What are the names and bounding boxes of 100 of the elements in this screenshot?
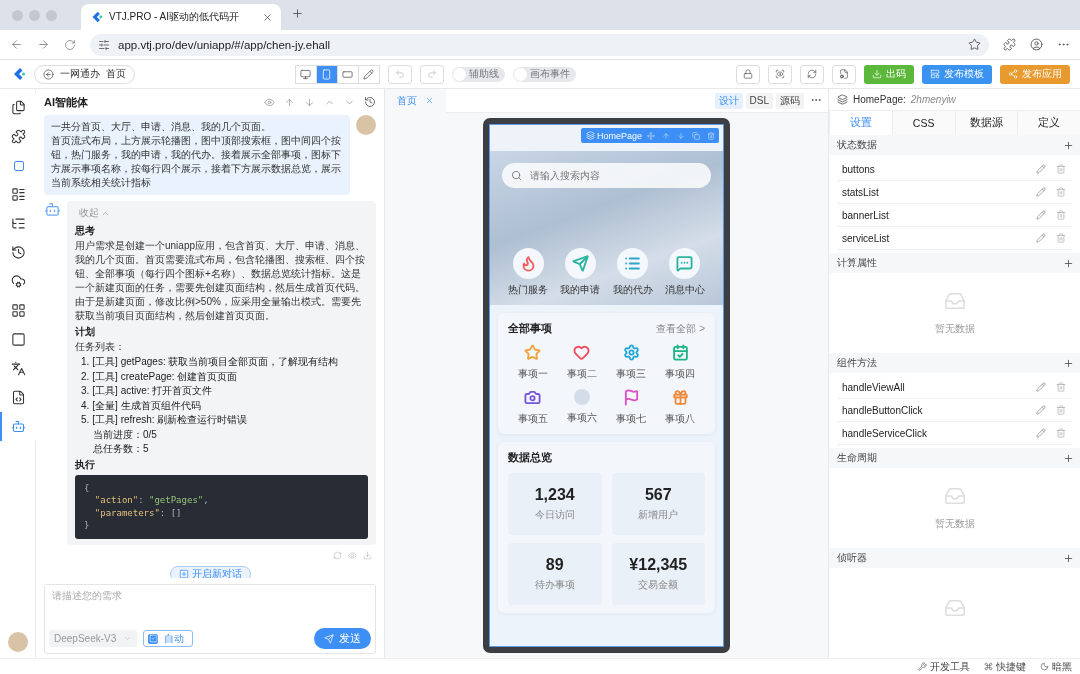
code-line: "parameters": [] bbox=[93, 506, 183, 519]
edit-icon[interactable] bbox=[1036, 405, 1046, 415]
delete-icon[interactable] bbox=[1056, 187, 1066, 197]
address-field[interactable]: app.vtj.pro/dev/uniapp/#/app/chen-jy.ehall bbox=[90, 33, 989, 56]
delete-icon[interactable] bbox=[1056, 164, 1066, 174]
star-icon[interactable] bbox=[524, 344, 542, 361]
stat-label: 新增用户 bbox=[638, 508, 679, 522]
quick-button[interactable] bbox=[669, 248, 701, 279]
add-icon[interactable] bbox=[1063, 357, 1074, 369]
gift-icon[interactable] bbox=[671, 389, 689, 406]
device-button[interactable] bbox=[315, 64, 338, 84]
delete-icon[interactable] bbox=[1056, 210, 1066, 220]
browser-tab[interactable]: VTJ.PRO - AI驱动的低代码开 bbox=[81, 4, 281, 30]
undo-button[interactable] bbox=[387, 64, 412, 84]
forward-icon[interactable] bbox=[37, 38, 50, 51]
refresh-icon[interactable] bbox=[333, 550, 342, 560]
download-icon[interactable] bbox=[363, 550, 372, 560]
eye-icon[interactable] bbox=[348, 550, 357, 560]
stat-value: 1,234 bbox=[534, 486, 575, 504]
device-button[interactable] bbox=[294, 64, 317, 84]
list-item[interactable]: statsList bbox=[837, 181, 1072, 204]
view-all-link[interactable]: 查看全部 > bbox=[656, 321, 705, 336]
list-item[interactable]: buttons bbox=[837, 158, 1072, 181]
view-tab[interactable]: DSL bbox=[745, 92, 773, 109]
eye-icon[interactable] bbox=[264, 96, 275, 108]
reload-icon[interactable] bbox=[64, 38, 76, 51]
arrow-up-icon[interactable] bbox=[661, 131, 670, 140]
bookmark-icon[interactable] bbox=[968, 38, 981, 51]
quick-button[interactable] bbox=[512, 248, 544, 279]
task-text: [工具] active: 打开首页文件 bbox=[92, 384, 213, 398]
message-composer[interactable]: 请描述您的需求 DeepSeek-V3 自动 发送 bbox=[44, 584, 376, 654]
breadcrumb-item[interactable]: 一网通办 bbox=[60, 67, 100, 81]
edit-icon[interactable] bbox=[1036, 233, 1046, 243]
camera-icon[interactable] bbox=[524, 389, 542, 406]
delete-icon[interactable] bbox=[1056, 233, 1066, 243]
list-item[interactable]: serviceList bbox=[837, 227, 1072, 250]
list-item[interactable]: handleServiceClick bbox=[837, 422, 1072, 445]
auto-checkbox[interactable]: 自动 bbox=[143, 630, 193, 647]
lock-button[interactable] bbox=[736, 64, 760, 84]
list-item[interactable]: bannerList bbox=[837, 204, 1072, 227]
calendar-icon[interactable] bbox=[671, 344, 689, 361]
preview-button[interactable] bbox=[768, 64, 792, 84]
avatar[interactable] bbox=[7, 632, 28, 652]
panel-tab[interactable]: 定义 bbox=[1017, 111, 1080, 135]
history-icon[interactable] bbox=[364, 96, 376, 108]
quick-button[interactable] bbox=[564, 248, 596, 279]
profile-icon[interactable] bbox=[1030, 38, 1043, 51]
refresh-button[interactable] bbox=[800, 64, 824, 84]
status-button[interactable]: 开发工具 bbox=[918, 659, 970, 674]
delete-icon[interactable] bbox=[1056, 405, 1066, 415]
quick-button[interactable] bbox=[617, 248, 649, 279]
code-line: { bbox=[84, 481, 91, 494]
panel-tab[interactable]: CSS bbox=[891, 111, 955, 135]
delete-icon[interactable] bbox=[1056, 382, 1066, 392]
extensions-icon[interactable] bbox=[1003, 38, 1016, 51]
status-button[interactable]: 暗黑 bbox=[1040, 659, 1072, 674]
breadcrumb-item[interactable]: 首页 bbox=[106, 67, 126, 81]
toggle-switch[interactable]: 辅助线 bbox=[451, 66, 505, 82]
add-icon[interactable] bbox=[1063, 139, 1074, 151]
toggle-switch[interactable]: 画布事件 bbox=[512, 66, 576, 82]
device-button[interactable] bbox=[357, 64, 380, 84]
search-icon bbox=[511, 170, 522, 181]
add-icon[interactable] bbox=[1063, 257, 1074, 269]
section-title: 状态数据 bbox=[837, 138, 877, 152]
section-title: 生命周期 bbox=[837, 451, 877, 465]
settings-icon[interactable] bbox=[622, 344, 640, 361]
add-icon[interactable] bbox=[1063, 452, 1074, 464]
ai-avatar-icon bbox=[44, 201, 61, 218]
component-name: HomePage: bbox=[853, 94, 906, 105]
device-button[interactable] bbox=[336, 64, 359, 84]
search-field[interactable]: 请输入搜索内容 bbox=[502, 163, 711, 188]
edit-icon[interactable] bbox=[1036, 428, 1046, 438]
task-text: [工具] refresh: 刷新检查运行时错误 bbox=[92, 413, 248, 427]
view-tab[interactable]: 源码 bbox=[776, 92, 804, 109]
redo-button[interactable] bbox=[419, 64, 444, 84]
heart-icon[interactable] bbox=[573, 344, 591, 361]
grid-icon bbox=[11, 303, 26, 318]
flag-icon[interactable] bbox=[622, 389, 640, 406]
arrow-up-icon[interactable] bbox=[284, 96, 295, 108]
new-tab-icon[interactable] bbox=[291, 7, 304, 20]
copy-icon[interactable] bbox=[692, 131, 701, 140]
list-item[interactable]: handleButtonClick bbox=[837, 399, 1072, 422]
edit-icon[interactable] bbox=[1036, 382, 1046, 392]
delete-icon[interactable] bbox=[1056, 428, 1066, 438]
arrow-down-icon[interactable] bbox=[676, 131, 685, 140]
checkbox[interactable] bbox=[148, 633, 158, 644]
file-settings-button[interactable] bbox=[832, 64, 856, 84]
arrow-down-icon[interactable] bbox=[304, 96, 315, 108]
panel-tab[interactable]: 数据源 bbox=[954, 111, 1018, 135]
edit-icon[interactable] bbox=[1036, 187, 1046, 197]
back-icon[interactable] bbox=[10, 38, 23, 51]
edit-icon[interactable] bbox=[1036, 210, 1046, 220]
move-icon[interactable] bbox=[646, 131, 655, 140]
add-icon[interactable] bbox=[1063, 552, 1074, 564]
back-icon[interactable] bbox=[43, 68, 54, 80]
trash-icon[interactable] bbox=[707, 131, 716, 140]
edit-icon[interactable] bbox=[1036, 164, 1046, 174]
list-item[interactable]: handleViewAll bbox=[837, 376, 1072, 399]
status-button[interactable]: 快捷键 bbox=[984, 659, 1026, 674]
close-icon[interactable] bbox=[262, 11, 273, 23]
